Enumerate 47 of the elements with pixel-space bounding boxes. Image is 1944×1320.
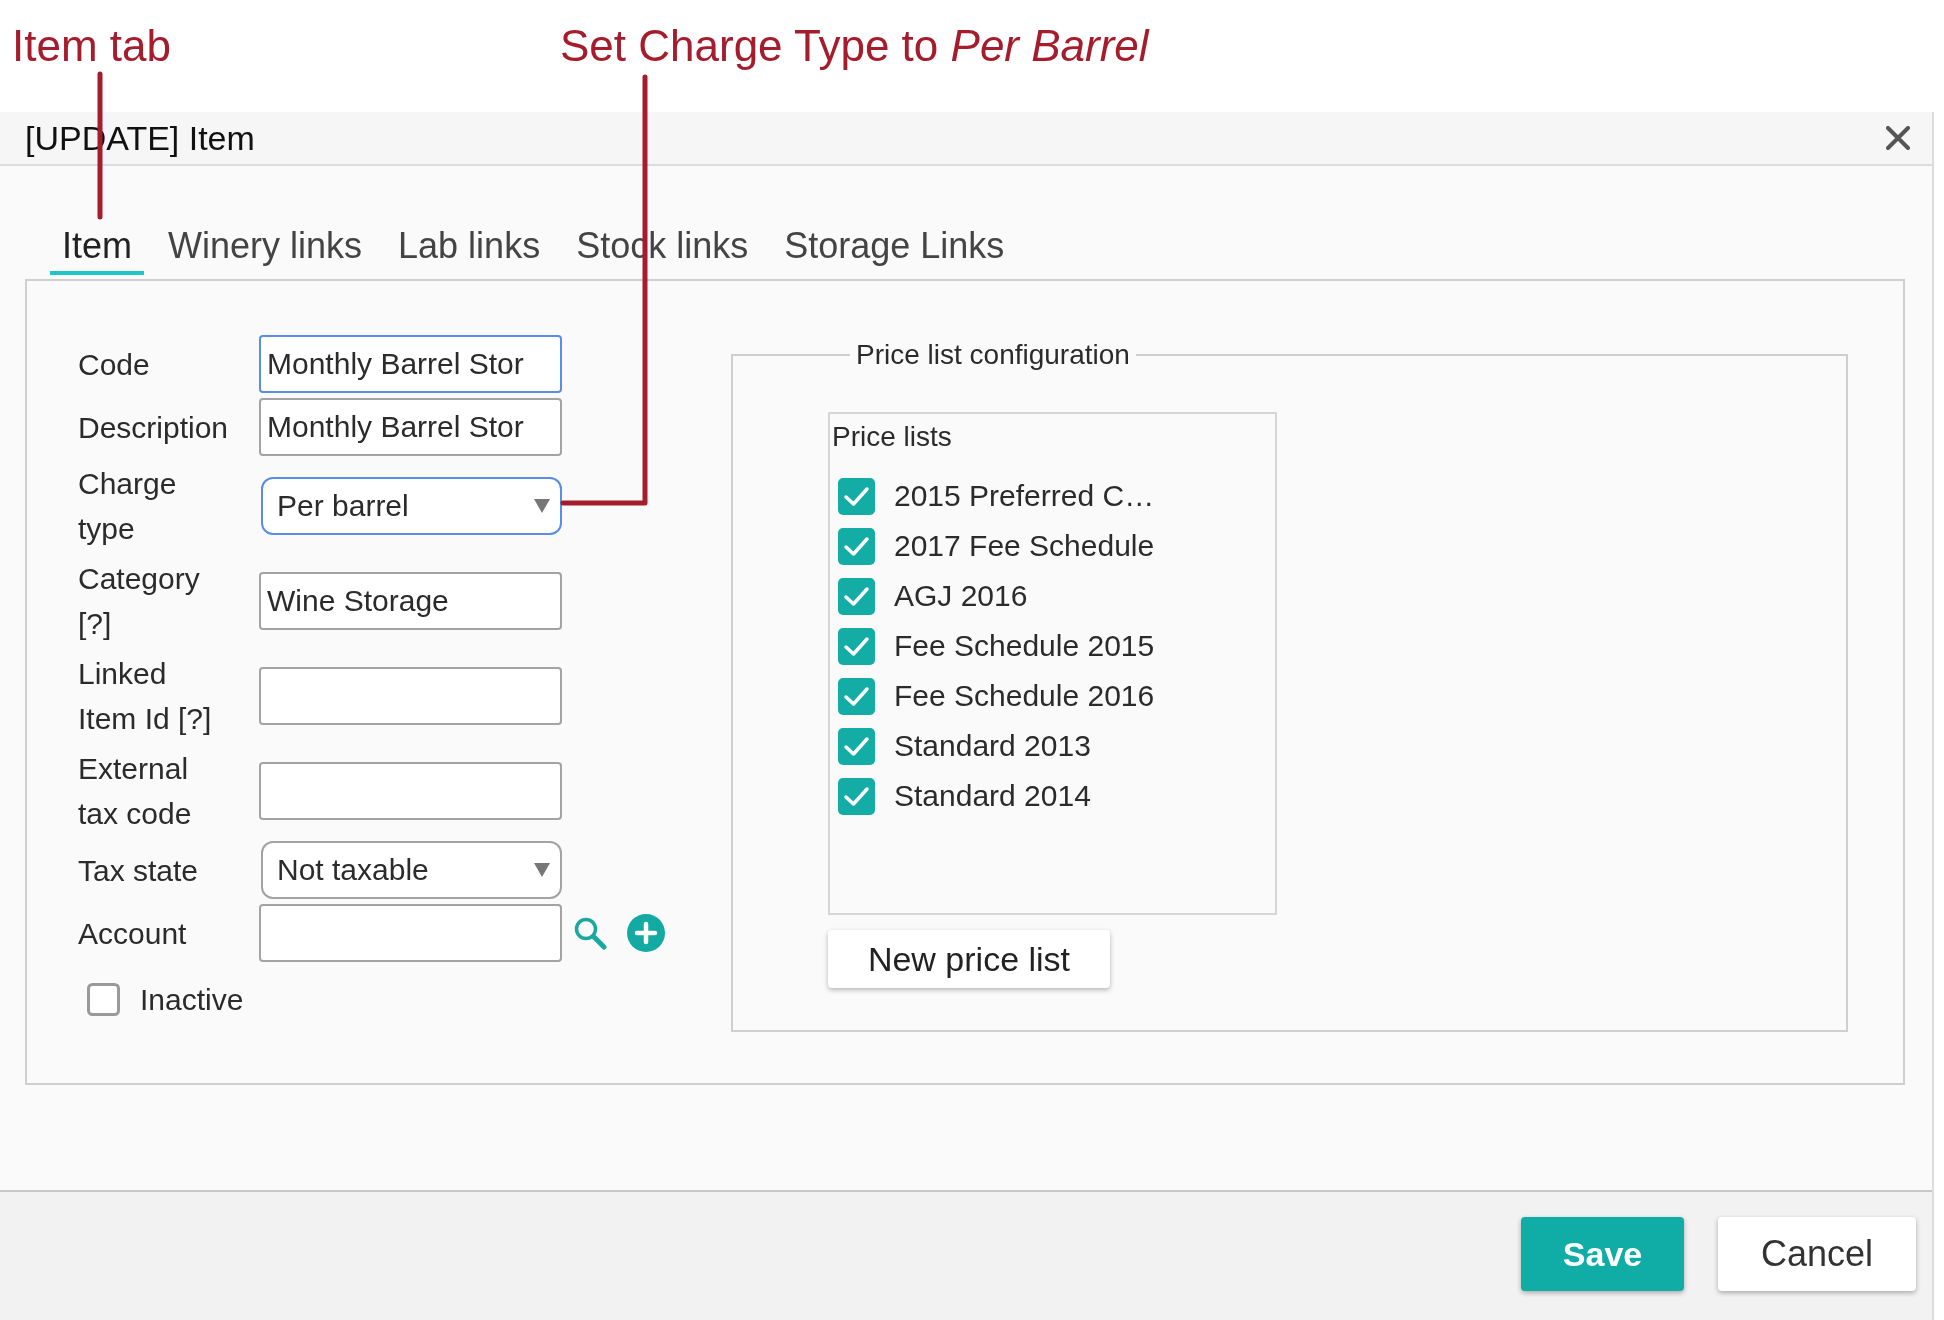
checkbox-label: 2015 Preferred C… bbox=[894, 479, 1155, 513]
checkbox[interactable] bbox=[838, 477, 875, 515]
checkbox[interactable] bbox=[838, 577, 875, 615]
checkbox[interactable] bbox=[838, 527, 875, 565]
field-label: Description bbox=[78, 409, 230, 446]
tab[interactable]: Winery links bbox=[156, 219, 375, 275]
dropdown[interactable]: Not taxable bbox=[261, 841, 562, 899]
field-label: Tax state bbox=[78, 852, 200, 889]
input-field[interactable] bbox=[259, 904, 562, 962]
input-field[interactable] bbox=[259, 667, 562, 725]
cancel-button[interactable]: Cancel bbox=[1718, 1217, 1916, 1291]
field-label: Charge type bbox=[78, 466, 178, 547]
checkbox-label: 2017 Fee Schedule bbox=[894, 529, 1155, 563]
checkbox[interactable] bbox=[838, 627, 875, 665]
field-label: Code bbox=[78, 346, 151, 383]
field-label: Linked Item Id [?] bbox=[78, 656, 213, 737]
search-icon[interactable] bbox=[573, 916, 607, 950]
checkbox-label: Standard 2014 bbox=[894, 779, 1091, 813]
annotation-label: Item tab bbox=[12, 20, 171, 72]
checkbox-label: Fee Schedule 2016 bbox=[894, 679, 1155, 713]
plus-circle-icon[interactable] bbox=[627, 914, 665, 952]
tab[interactable]: Lab links bbox=[386, 219, 553, 275]
dropdown[interactable]: Per barrel bbox=[261, 477, 562, 535]
checkbox[interactable] bbox=[838, 727, 875, 765]
checkbox-label: Inactive bbox=[140, 982, 244, 1018]
field-label: Category [?] bbox=[78, 561, 201, 642]
caret-icon bbox=[534, 863, 550, 877]
list-heading: Price lists bbox=[832, 420, 952, 454]
input-field[interactable]: Monthly Barrel Stor bbox=[259, 398, 562, 456]
field-label: Account bbox=[78, 915, 188, 952]
checkbox-label: Standard 2013 bbox=[894, 729, 1091, 763]
fieldset-legend: Price list configuration bbox=[850, 338, 1136, 372]
annotation-label: Set Charge Type to Per Barrel bbox=[560, 20, 1149, 72]
close-icon[interactable] bbox=[1886, 126, 1910, 150]
checkbox-label: AGJ 2016 bbox=[894, 579, 1028, 613]
checkbox[interactable] bbox=[87, 983, 120, 1016]
field-label: External tax code bbox=[78, 751, 193, 832]
new-price-list-button[interactable]: New price list bbox=[828, 930, 1110, 988]
input-field[interactable] bbox=[259, 762, 562, 820]
caret-icon bbox=[534, 499, 550, 513]
checkbox-label: Fee Schedule 2015 bbox=[894, 629, 1155, 663]
checkbox[interactable] bbox=[838, 677, 875, 715]
checkbox[interactable] bbox=[838, 777, 875, 815]
tab[interactable]: Item bbox=[50, 219, 144, 275]
input-field[interactable]: Wine Storage bbox=[259, 572, 562, 630]
tab[interactable]: Storage Links bbox=[772, 219, 1017, 275]
input-field[interactable]: Monthly Barrel Stor bbox=[259, 335, 562, 393]
